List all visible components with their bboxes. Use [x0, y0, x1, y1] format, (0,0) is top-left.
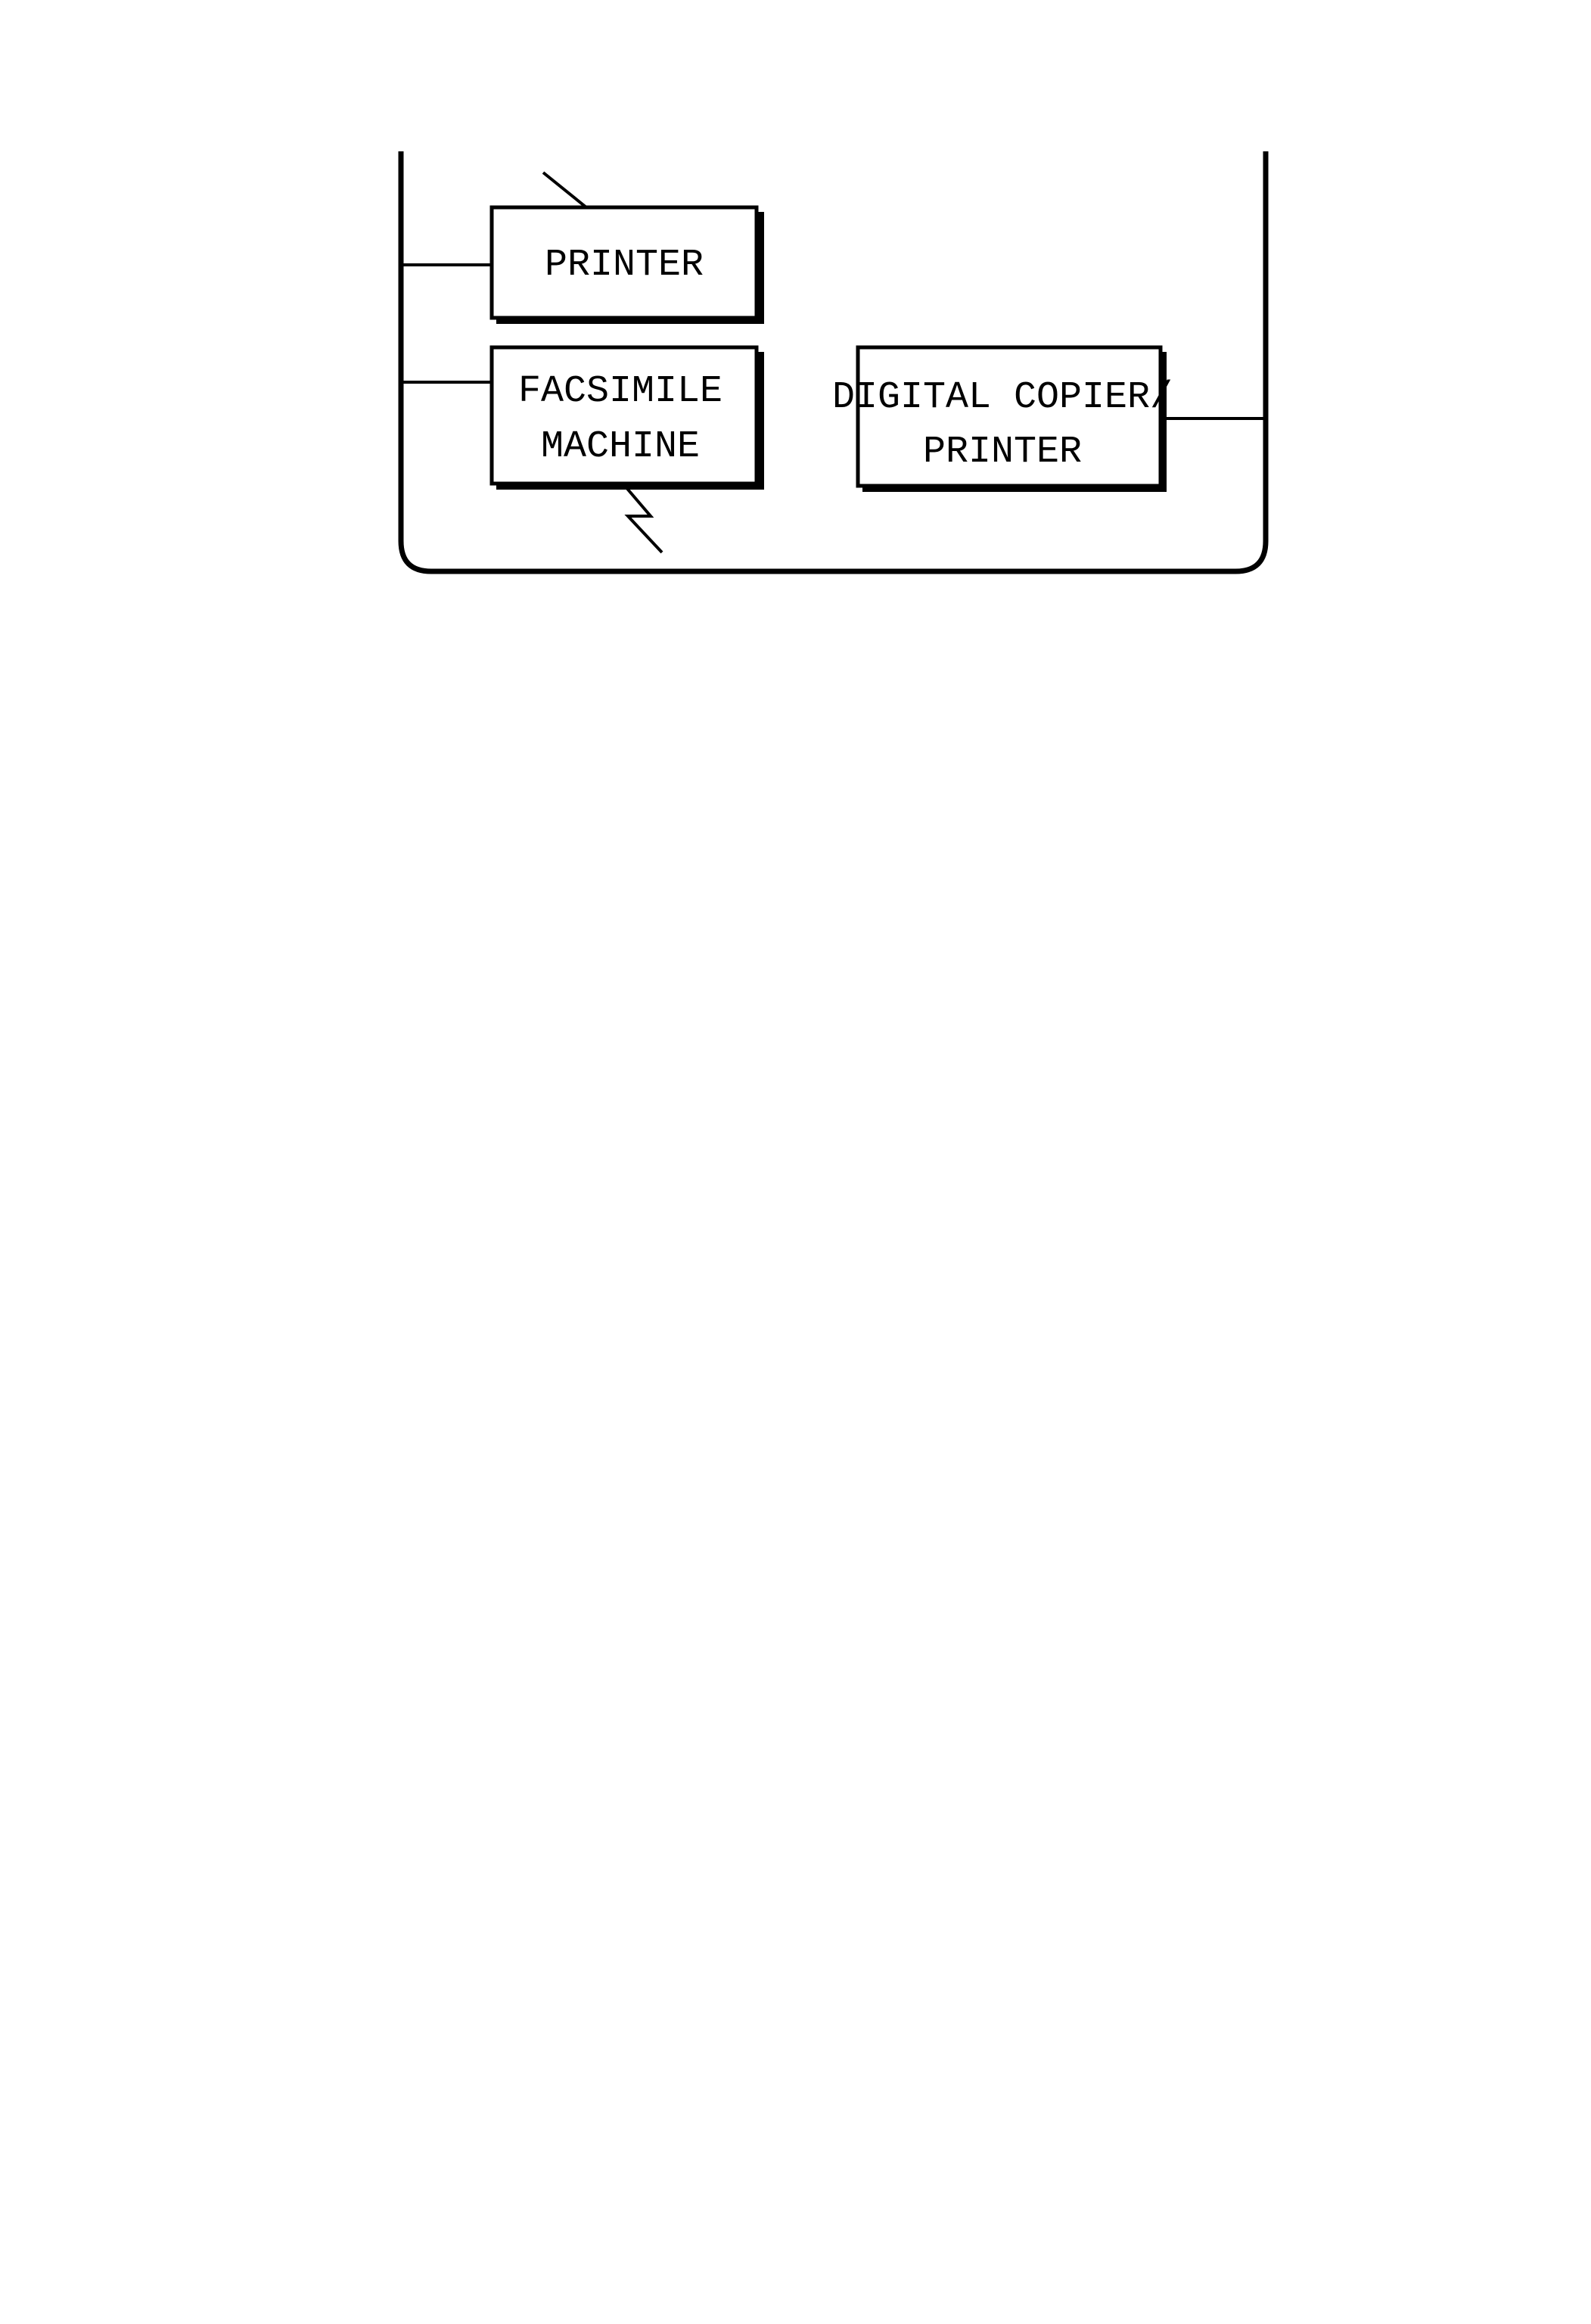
copier-label-line1: DIGITAL COPIER/	[832, 376, 1173, 419]
copier-label-line2: PRINTER	[923, 431, 1082, 474]
network-diagram: PRINTER FACSIMILE MACHINE DIGITAL COPIER…	[398, 151, 1269, 574]
digital-copier-printer-24[interactable]: DIGITAL COPIER/ PRINTER	[832, 345, 1266, 492]
fax-label-line1: FACSIMILE	[518, 370, 722, 413]
fax-machine-28[interactable]: FACSIMILE MACHINE	[401, 345, 764, 554]
fax-label-line2: MACHINE	[541, 425, 700, 468]
printer-32[interactable]: PRINTER	[401, 171, 764, 324]
printer-label: PRINTER	[545, 244, 704, 287]
printer-wireless-link-icon	[542, 171, 588, 209]
fax-wireless-link-icon	[623, 484, 663, 554]
